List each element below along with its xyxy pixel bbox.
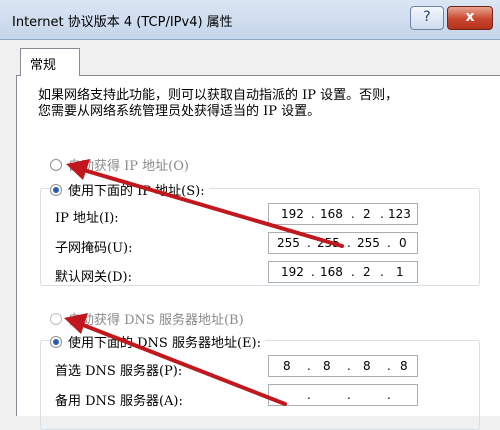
alternate-dns-input[interactable]: . . . [268, 384, 418, 406]
close-icon: x [465, 9, 475, 25]
alternate-dns-label: 备用 DNS 服务器(A): [55, 394, 183, 409]
octet: 255 [277, 236, 300, 250]
preferred-dns-input[interactable]: 8 . 8 . 8 . 8 [268, 355, 418, 377]
window-title: Internet 协议版本 4 (TCP/IPv4) 属性 [12, 15, 233, 30]
description-line-1: 如果网络支持此功能，则可以获取自动指派的 IP 设置。否则， [38, 88, 399, 103]
manual-dns-radio-button[interactable] [50, 336, 62, 348]
octet: 8 [400, 359, 408, 373]
octet: 192 [281, 207, 304, 221]
octet: 255 [317, 236, 340, 250]
octet: 0 [399, 236, 407, 250]
octet: 8 [283, 359, 291, 373]
octet: 168 [320, 265, 343, 279]
auto-dns-label: 自动获得 DNS 服务器地址(B) [68, 313, 244, 328]
manual-ip-label: 使用下面的 IP 地址(S): [68, 184, 205, 199]
manual-ip-radio[interactable]: 使用下面的 IP 地址(S): [50, 180, 209, 199]
help-icon: ? [423, 9, 431, 25]
auto-ip-radio-button[interactable] [50, 159, 62, 171]
tab-general-label: 常规 [30, 58, 57, 73]
auto-ip-radio[interactable]: 自动获得 IP 地址(O) [50, 155, 193, 174]
title-bar: Internet 协议版本 4 (TCP/IPv4) 属性 ? x [0, 0, 500, 40]
octet: 168 [320, 207, 343, 221]
octet: 8 [323, 359, 331, 373]
ip-address-label: IP 地址(I): [55, 211, 119, 226]
octet: 8 [363, 359, 371, 373]
description-line-2: 您需要从网络系统管理员处获得适当的 IP 设置。 [38, 104, 321, 119]
octet: 2 [363, 207, 371, 221]
octet: 255 [357, 236, 380, 250]
octet: 123 [388, 207, 411, 221]
manual-dns-label: 使用下面的 DNS 服务器地址(E): [68, 336, 261, 351]
auto-dns-radio[interactable]: 自动获得 DNS 服务器地址(B) [50, 309, 248, 328]
octet: 2 [363, 265, 371, 279]
auto-ip-label: 自动获得 IP 地址(O) [68, 159, 189, 174]
description-text: 如果网络支持此功能，则可以获取自动指派的 IP 设置。否则， 您需要从网络系统管… [38, 88, 468, 120]
default-gateway-input[interactable]: 192 . 168 . 2 . 1 [268, 261, 418, 283]
close-button[interactable]: x [447, 6, 493, 30]
subnet-mask-label: 子网掩码(U): [55, 241, 133, 256]
ip-address-input[interactable]: 192 . 168 . 2 . 123 [268, 203, 418, 225]
tab-general[interactable]: 常规 [20, 48, 80, 76]
manual-ip-radio-button[interactable] [50, 184, 62, 196]
octet: 192 [281, 265, 304, 279]
subnet-mask-input[interactable]: 255 . 255 . 255 . 0 [268, 232, 418, 254]
preferred-dns-label: 首选 DNS 服务器(P): [55, 364, 183, 379]
help-button[interactable]: ? [410, 6, 444, 30]
auto-dns-radio-button[interactable] [50, 313, 62, 325]
manual-dns-radio[interactable]: 使用下面的 DNS 服务器地址(E): [50, 332, 265, 351]
default-gateway-label: 默认网关(D): [55, 270, 132, 285]
octet: 1 [396, 265, 404, 279]
